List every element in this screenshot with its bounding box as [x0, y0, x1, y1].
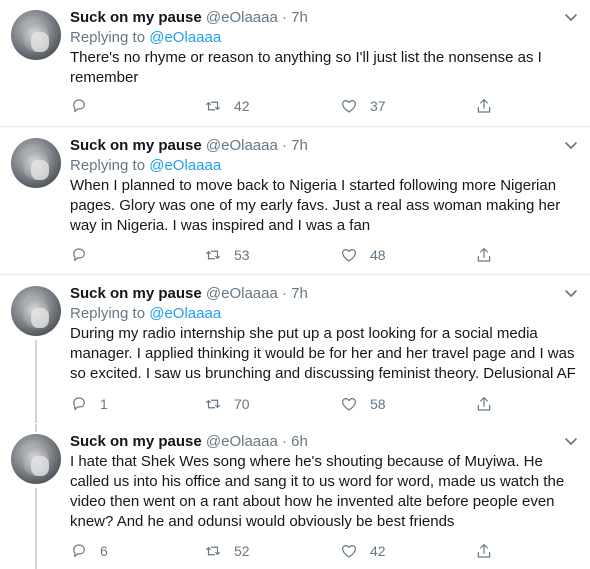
tweet-content: Suck on my pause @eOlaaaa · 7h Replying …: [70, 8, 576, 88]
timestamp[interactable]: · 7h: [282, 285, 308, 302]
tweet[interactable]: Suck on my pause @eOlaaaa · 6h I hate th…: [0, 424, 590, 569]
tweet-header: Suck on my pause @eOlaaaa · 7h: [70, 136, 576, 156]
replying-to-link[interactable]: @eOlaaaa: [149, 157, 221, 174]
share-icon: [477, 248, 491, 262]
retweet-button[interactable]: 70: [204, 394, 250, 414]
retweet-count: 42: [234, 98, 250, 114]
avatar[interactable]: [11, 138, 61, 188]
tweet-actions: 6 52 42: [70, 541, 510, 561]
chevron-down-icon[interactable]: [564, 286, 578, 300]
replying-prefix: Replying to: [70, 29, 146, 46]
tweet-header: Suck on my pause @eOlaaaa · 7h: [70, 284, 576, 304]
retweet-count: 70: [234, 396, 250, 412]
retweet-button[interactable]: 52: [204, 541, 250, 561]
replying-to: Replying to @eOlaaaa: [70, 28, 576, 48]
retweet-button[interactable]: 42: [204, 96, 250, 116]
replying-to: Replying to @eOlaaaa: [70, 156, 576, 176]
reply-icon: [73, 248, 85, 262]
tweet-actions: 1 70 58: [70, 394, 510, 414]
tweet-actions: 42 37: [70, 96, 510, 116]
tweet-text: When I planned to move back to Nigeria I…: [70, 177, 561, 234]
share-button[interactable]: [475, 245, 493, 265]
tweet-actions: 53 48: [70, 245, 510, 265]
reply-icon: [73, 397, 85, 411]
tweet-text: I hate that Shek Wes song where he's sho…: [70, 453, 565, 530]
tweet[interactable]: Suck on my pause @eOlaaaa · 7h Replying …: [0, 0, 590, 127]
share-button[interactable]: [475, 96, 493, 116]
user-handle[interactable]: @eOlaaaa: [206, 285, 278, 302]
share-button[interactable]: [475, 541, 493, 561]
user-handle[interactable]: @eOlaaaa: [206, 137, 278, 154]
like-count: 58: [370, 396, 386, 412]
chevron-down-icon[interactable]: [564, 138, 578, 152]
display-name[interactable]: Suck on my pause: [70, 433, 202, 450]
tweet-content: Suck on my pause @eOlaaaa · 7h Replying …: [70, 284, 576, 384]
share-button[interactable]: [475, 394, 493, 414]
share-icon: [477, 99, 491, 113]
like-count: 42: [370, 543, 386, 559]
reply-button[interactable]: [70, 96, 100, 116]
chevron-down-icon[interactable]: [564, 10, 578, 24]
thread-line: [35, 488, 37, 569]
avatar[interactable]: [11, 10, 61, 60]
retweet-button[interactable]: 53: [204, 245, 250, 265]
reply-icon: [73, 544, 85, 558]
thread-line: [35, 424, 37, 432]
heart-icon: [342, 545, 356, 558]
replying-to-link[interactable]: @eOlaaaa: [149, 29, 221, 46]
avatar[interactable]: [11, 286, 61, 336]
display-name[interactable]: Suck on my pause: [70, 285, 202, 302]
share-icon: [477, 544, 491, 558]
tweet[interactable]: Suck on my pause @eOlaaaa · 7h Replying …: [0, 128, 590, 275]
share-icon: [477, 397, 491, 411]
like-count: 37: [370, 98, 386, 114]
retweet-icon: [206, 399, 220, 409]
tweet-text: There's no rhyme or reason to anything s…: [70, 49, 542, 86]
reply-button[interactable]: 1: [70, 394, 108, 414]
reply-count: 6: [100, 543, 108, 559]
tweet-header: Suck on my pause @eOlaaaa · 7h: [70, 8, 576, 28]
reply-button[interactable]: [70, 245, 100, 265]
replying-prefix: Replying to: [70, 157, 146, 174]
reply-button[interactable]: 6: [70, 541, 108, 561]
reply-icon: [73, 99, 85, 113]
heart-icon: [342, 249, 356, 262]
tweet[interactable]: Suck on my pause @eOlaaaa · 7h Replying …: [0, 276, 590, 423]
avatar[interactable]: [11, 434, 61, 484]
retweet-icon: [206, 250, 220, 260]
user-handle[interactable]: @eOlaaaa: [206, 9, 278, 26]
timestamp[interactable]: · 7h: [282, 9, 308, 26]
retweet-icon: [206, 546, 220, 556]
replying-to: Replying to @eOlaaaa: [70, 304, 576, 324]
thread-line: [35, 340, 37, 423]
chevron-down-icon[interactable]: [564, 434, 578, 448]
retweet-count: 52: [234, 543, 250, 559]
display-name[interactable]: Suck on my pause: [70, 9, 202, 26]
like-count: 48: [370, 247, 386, 263]
like-button[interactable]: 42: [340, 541, 386, 561]
tweet-content: Suck on my pause @eOlaaaa · 7h Replying …: [70, 136, 576, 236]
retweet-icon: [206, 101, 220, 111]
replying-to-link[interactable]: @eOlaaaa: [149, 305, 221, 322]
like-button[interactable]: 37: [340, 96, 386, 116]
timestamp[interactable]: · 6h: [282, 433, 308, 450]
tweet-content: Suck on my pause @eOlaaaa · 6h I hate th…: [70, 432, 576, 532]
reply-count: 1: [100, 396, 108, 412]
display-name[interactable]: Suck on my pause: [70, 137, 202, 154]
heart-icon: [342, 398, 356, 411]
timestamp[interactable]: · 7h: [282, 137, 308, 154]
user-handle[interactable]: @eOlaaaa: [206, 433, 278, 450]
heart-icon: [342, 100, 356, 113]
replying-prefix: Replying to: [70, 305, 146, 322]
tweet-text: During my radio internship she put up a …: [70, 325, 576, 382]
like-button[interactable]: 58: [340, 394, 386, 414]
retweet-count: 53: [234, 247, 250, 263]
like-button[interactable]: 48: [340, 245, 386, 265]
tweet-header: Suck on my pause @eOlaaaa · 6h: [70, 432, 576, 452]
